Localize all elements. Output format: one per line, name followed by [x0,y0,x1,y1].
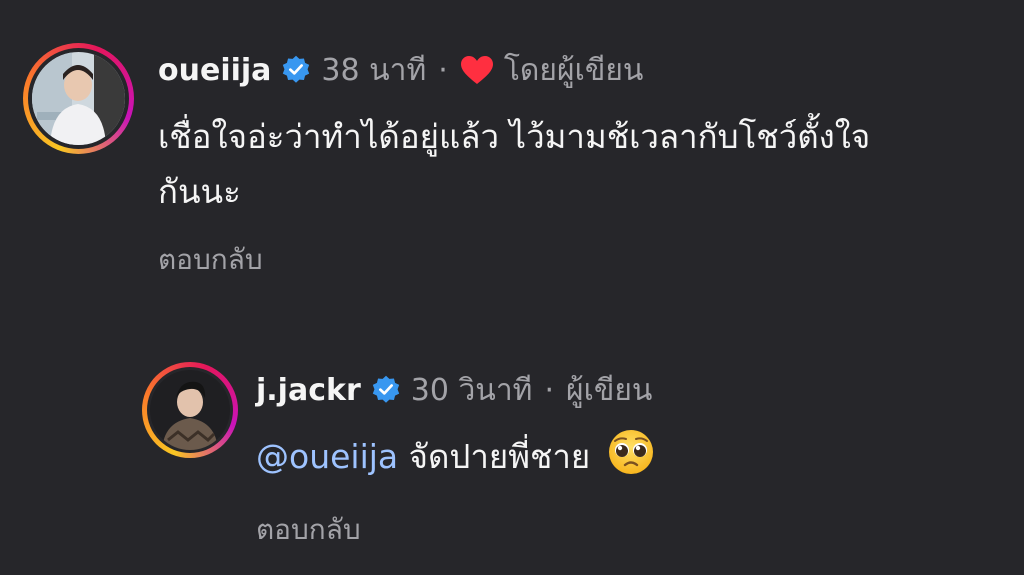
mention-link[interactable]: @oueiija [256,437,398,476]
reply-text: @oueiija จัดปายพี่ชาย [256,428,655,484]
heart-icon[interactable] [460,55,494,85]
comment-text: เชื่อใจอ่ะว่าทำได้อยู่แล้ว ไว้มามช้เวลาก… [158,109,870,219]
verified-badge-icon [372,375,399,403]
avatar-photo [32,52,125,145]
separator-dot: · [438,52,448,88]
reply-button[interactable]: ตอบกลับ [158,238,263,282]
author-like-label: โดยผู้เขียน [503,52,644,88]
comment-time: 30 วินาที [410,372,533,408]
comment-text-line-1: เชื่อใจอ่ะว่าทำได้อยู่แล้ว ไว้มามช้เวลาก… [158,117,871,156]
verified-badge-icon [283,55,310,83]
comment-text-line-2: กันนะ [158,172,241,211]
reply-header: j.jackr 30 วินาที · ผู้เขียน [256,370,652,410]
avatar-photo [150,370,230,450]
pleading-face-emoji [608,430,653,474]
username[interactable]: j.jackr [256,373,361,408]
username[interactable]: oueiija [158,53,271,88]
comment-header: oueiija 38 นาที · โดยผู้เขียน [158,50,643,90]
avatar-j-jackr[interactable] [142,362,238,458]
reply-message: จัดปายพี่ชาย [408,437,591,476]
comment-time: 38 นาที [321,52,427,88]
reply-button[interactable]: ตอบกลับ [256,508,361,552]
avatar-oueiija[interactable] [23,43,134,154]
author-label: ผู้เขียน [565,372,653,408]
separator-dot: · [544,372,554,408]
